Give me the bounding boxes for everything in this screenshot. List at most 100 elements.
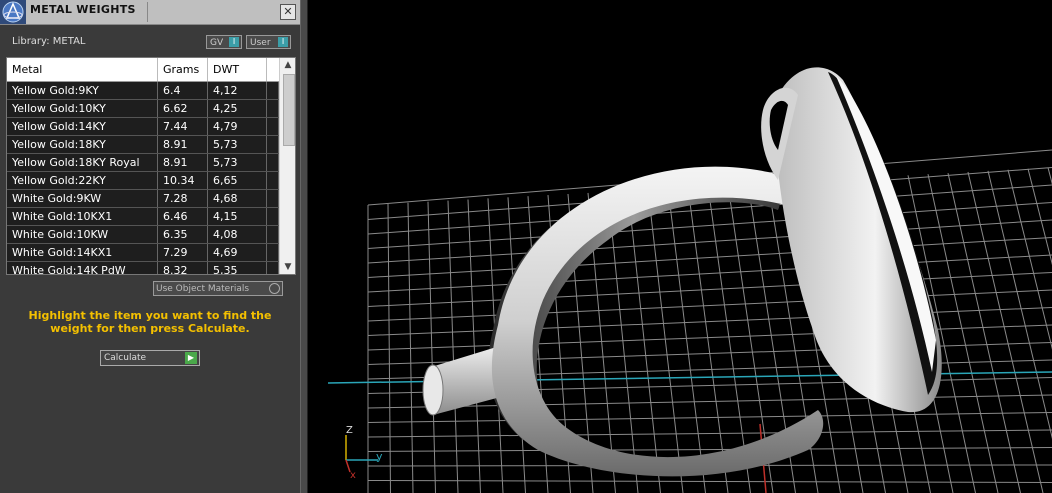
table-row[interactable]: Yellow Gold:18KY 8.91 5,73 (7, 136, 279, 154)
spacer-cell (267, 118, 279, 135)
dwt-cell: 4,79 (208, 118, 267, 135)
grams-cell: 7.28 (158, 190, 208, 207)
column-header-dwt[interactable]: DWT (208, 58, 267, 81)
grid-line (607, 191, 639, 493)
scroll-down-icon[interactable]: ▼ (280, 260, 295, 274)
grid-line (687, 187, 729, 493)
table-row[interactable]: Yellow Gold:9KY 6.4 4,12 (7, 82, 279, 100)
table-row[interactable]: White Gold:14KX1 7.29 4,69 (7, 244, 279, 262)
panel-divider[interactable] (300, 0, 308, 493)
metal-cell: White Gold:14K PdW (7, 262, 158, 274)
viewport-scene: Z y x (327, 67, 1052, 493)
use-object-materials-label: Use Object Materials (156, 284, 250, 294)
metal-table: Metal Grams DWT Yellow Gold:9KY 6.4 4,12 Ye… (6, 57, 296, 275)
grams-cell: 6.46 (158, 208, 208, 225)
table-row[interactable]: White Gold:9KW 7.28 4,68 (7, 190, 279, 208)
user-toggle[interactable]: User I (246, 35, 291, 49)
dwt-cell: 6,65 (208, 172, 267, 189)
3d-viewport[interactable]: Z y x (308, 0, 1052, 493)
grid-line (1047, 167, 1052, 185)
table-row[interactable]: Yellow Gold:22KY 10.34 6,65 (7, 172, 279, 190)
dwt-cell: 4,25 (208, 100, 267, 117)
grid-line (367, 447, 1052, 452)
metal-cell: Yellow Gold:9KY (7, 82, 158, 99)
grams-cell: 8.32 (158, 262, 208, 274)
metal-cell: White Gold:10KW (7, 226, 158, 243)
grams-cell: 7.44 (158, 118, 208, 135)
grid-line (967, 171, 1044, 493)
axis-gizmo: Z y x (345, 425, 383, 481)
spacer-cell (267, 262, 279, 274)
table-row[interactable]: White Gold:10KW 6.35 4,08 (7, 226, 279, 244)
gv-toggle-label: GV (210, 38, 224, 48)
dwt-cell: 5,73 (208, 154, 267, 171)
grid-line (367, 429, 1052, 438)
column-header-metal[interactable]: Metal (7, 58, 158, 81)
grid-line (367, 480, 1052, 483)
spacer-cell (267, 244, 279, 261)
grid-line (367, 412, 1052, 423)
close-button[interactable]: ✕ (280, 4, 296, 20)
grid-line (627, 190, 661, 493)
gv-toggle[interactable]: GV I (206, 35, 242, 49)
grid-line (367, 272, 1052, 307)
metal-cell: Yellow Gold:18KY (7, 136, 158, 153)
table-row[interactable]: Yellow Gold:14KY 7.44 4,79 (7, 118, 279, 136)
spacer-cell (267, 100, 279, 117)
grams-cell: 6.4 (158, 82, 208, 99)
y-axis-label: y (376, 450, 383, 463)
app-logo-icon (0, 0, 26, 24)
scrollbar-thumb[interactable] (283, 74, 295, 146)
metal-weights-panel: METAL WEIGHTS ✕ Library: METAL GV I User… (0, 0, 300, 493)
dwt-cell: 4,68 (208, 190, 267, 207)
grid-line (367, 307, 1052, 336)
title-separator (147, 2, 148, 22)
metal-cell: Yellow Gold:22KY (7, 172, 158, 189)
z-axis-label: Z (346, 425, 353, 436)
grid-line (1007, 169, 1052, 350)
table-header: Metal Grams DWT (7, 58, 279, 82)
dwt-cell: 5,73 (208, 136, 267, 153)
grid-line (367, 289, 1052, 322)
radio-icon (269, 283, 280, 294)
scroll-up-icon[interactable]: ▲ (280, 58, 295, 72)
panel-titlebar[interactable]: METAL WEIGHTS ✕ (0, 0, 300, 25)
column-header-grams[interactable]: Grams (158, 58, 208, 81)
table-row[interactable]: White Gold:14K PdW 8.32 5,35 (7, 262, 279, 274)
metal-cell: Yellow Gold:14KY (7, 118, 158, 135)
grams-cell: 6.62 (158, 100, 208, 117)
grams-cell: 10.34 (158, 172, 208, 189)
table-scrollbar[interactable]: ▲ ▼ (279, 58, 295, 274)
spacer-cell (267, 208, 279, 225)
grid-line (647, 189, 684, 493)
calculate-button[interactable]: Calculate ▶ (100, 350, 200, 366)
grams-cell: 6.35 (158, 226, 208, 243)
metal-cell: Yellow Gold:18KY Royal (7, 154, 158, 171)
spacer-cell (267, 226, 279, 243)
panel-title: METAL WEIGHTS (30, 3, 136, 16)
dwt-cell: 4,08 (208, 226, 267, 243)
table-rows: Yellow Gold:9KY 6.4 4,12 Yellow Gold:10KY 6.… (7, 82, 279, 274)
table-row[interactable]: White Gold:10KX1 6.46 4,15 (7, 208, 279, 226)
metal-cell: White Gold:9KW (7, 190, 158, 207)
table-row[interactable]: Yellow Gold:18KY Royal 8.91 5,73 (7, 154, 279, 172)
metal-cell: White Gold:10KX1 (7, 208, 158, 225)
dwt-cell: 5,35 (208, 262, 267, 274)
dwt-cell: 4,69 (208, 244, 267, 261)
spacer-cell (267, 172, 279, 189)
spacer-cell (267, 190, 279, 207)
grams-cell: 8.91 (158, 136, 208, 153)
play-arrow-icon: ▶ (185, 352, 197, 364)
spacer-cell (267, 154, 279, 171)
metal-cell: White Gold:14KX1 (7, 244, 158, 261)
table-row[interactable]: Yellow Gold:10KY 6.62 4,25 (7, 100, 279, 118)
toggle-knob-icon: I (278, 37, 288, 47)
metal-cell: Yellow Gold:10KY (7, 100, 158, 117)
grid-line (667, 188, 706, 493)
use-object-materials-toggle[interactable]: Use Object Materials (153, 281, 283, 296)
library-label: Library: METAL (12, 36, 86, 47)
toggle-knob-icon: I (229, 37, 239, 47)
grid-line (947, 172, 1021, 493)
dwt-cell: 4,15 (208, 208, 267, 225)
dwt-cell: 4,12 (208, 82, 267, 99)
